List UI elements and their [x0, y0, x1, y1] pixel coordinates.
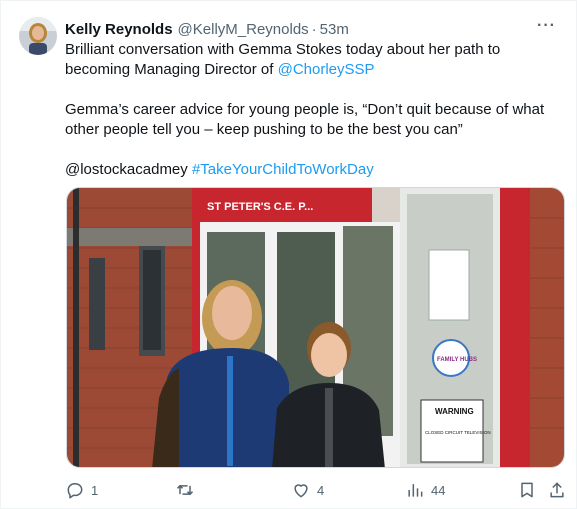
separator-dot: · — [311, 20, 317, 38]
tweet-photo[interactable]: ST PETER'S C.E. P... FAMILY HUBS WARNING… — [66, 187, 565, 468]
share-icon — [550, 482, 564, 498]
repost-button[interactable] — [175, 477, 201, 503]
tweet-timestamp[interactable]: 53m — [320, 21, 349, 38]
tweet-text: Brilliant conversation with Gemma Stokes… — [65, 40, 565, 180]
text-line: Brilliant conversation with Gemma Stokes… — [65, 41, 501, 58]
hashtag-link[interactable]: #TakeYourChildToWorkDay — [192, 161, 374, 178]
view-count: 44 — [431, 482, 446, 498]
tweet-header: Kelly Reynolds @KellyM_Reynolds · 53m ··… — [65, 17, 556, 39]
analytics-icon — [408, 484, 423, 497]
school-sign-text: ST PETER'S C.E. P... — [207, 201, 313, 213]
views-button[interactable]: 44 — [405, 477, 445, 503]
quote-line: Gemma’s career advice for young people i… — [65, 101, 545, 118]
more-options-icon[interactable]: ··· — [537, 17, 556, 35]
tweet-actions: 1 4 44 — [65, 477, 565, 503]
reply-button[interactable]: 1 — [65, 477, 98, 503]
heart-icon — [294, 484, 308, 498]
quote-line: other people tell you – keep pushing to … — [65, 121, 463, 138]
text-line: @lostockacadmey #TakeYourChildToWorkDay — [65, 160, 565, 180]
mention-chorleyssp[interactable]: @ChorleySSP — [278, 61, 375, 78]
author-name[interactable]: Kelly Reynolds — [65, 21, 173, 38]
text-line: becoming Managing Director of @ChorleySS… — [65, 60, 565, 80]
text-fragment: becoming Managing Director of — [65, 61, 278, 78]
reply-count: 1 — [91, 482, 99, 498]
repost-icon — [176, 484, 194, 496]
mention-lostockacademy: @lostockacadmey — [65, 161, 188, 178]
warning-sign-subtitle: CLOSED CIRCUIT TELEVISION — [425, 430, 491, 435]
warning-sign-title: WARNING — [435, 407, 474, 416]
tweet-card[interactable]: Kelly Reynolds @KellyM_Reynolds · 53m ··… — [0, 0, 577, 509]
author-handle[interactable]: @KellyM_Reynolds — [178, 21, 309, 38]
bookmark-icon — [521, 482, 533, 498]
share-button[interactable] — [547, 477, 567, 503]
family-hubs-poster-text: FAMILY HUBS — [437, 357, 477, 363]
bookmark-button[interactable] — [517, 477, 537, 503]
like-button[interactable]: 4 — [291, 477, 324, 503]
author-avatar[interactable] — [19, 17, 57, 55]
reply-icon — [67, 483, 83, 499]
like-count: 4 — [317, 482, 325, 498]
